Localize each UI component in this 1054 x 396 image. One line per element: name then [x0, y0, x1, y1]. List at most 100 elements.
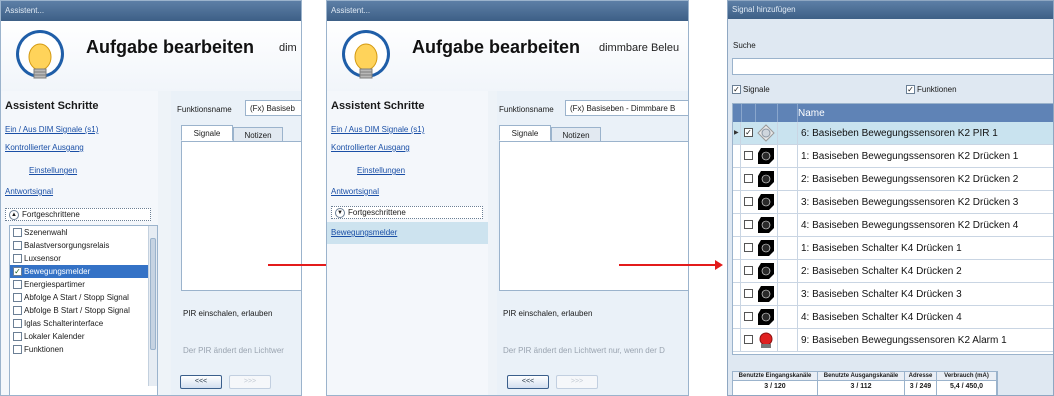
step-link-signals[interactable]: Ein / Aus DIM Signale (s1): [331, 125, 424, 134]
checkbox[interactable]: [744, 335, 753, 344]
main-panel: Funktionsname (Fx) Basiseb Signale Notiz…: [171, 91, 301, 395]
signal-name: 4: Basiseben Bewegungssensoren K2 Drücke…: [801, 220, 1019, 231]
hint-text: Der PIR ändert den Lichtwert nur, wenn d…: [503, 346, 665, 355]
checkbox-checked[interactable]: ✓: [744, 128, 753, 137]
step-link-settings[interactable]: Einstellungen: [357, 166, 405, 175]
column-name-header[interactable]: Name: [798, 108, 825, 119]
option-item-selected[interactable]: ✓ Bewegungsmelder: [10, 265, 157, 278]
table-row[interactable]: 2: Basiseben Bewegungssensoren K2 Drücke…: [733, 168, 1053, 191]
header-cell: [733, 104, 742, 122]
column-divider: [797, 260, 798, 282]
step-link-output[interactable]: Kontrollierter Ausgang: [331, 143, 410, 152]
back-button[interactable]: <<<: [507, 375, 549, 389]
column-divider: [797, 145, 798, 167]
checkbox-checked[interactable]: ✓: [906, 85, 915, 94]
scrollbar-thumb[interactable]: [150, 238, 156, 350]
column-divider: [777, 260, 778, 282]
vertical-scrollbar[interactable]: [148, 226, 157, 386]
option-item[interactable]: Lokaler Kalender: [10, 330, 157, 343]
chevron-up-icon: ▲: [9, 210, 19, 220]
table-row[interactable]: 4: Basiseben Schalter K4 Drücken 4: [733, 306, 1053, 329]
row-indicator: [733, 237, 741, 259]
step-link-response[interactable]: Antwortsignal: [331, 187, 379, 196]
table-row[interactable]: 1: Basiseben Bewegungssensoren K2 Drücke…: [733, 145, 1053, 168]
filter-signals-label: Signale: [743, 85, 770, 94]
option-item[interactable]: Balastversorgungsrelais: [10, 239, 157, 252]
checkbox[interactable]: [744, 197, 753, 206]
checkbox[interactable]: [744, 243, 753, 252]
checkbox[interactable]: [13, 332, 22, 341]
checkbox[interactable]: [744, 174, 753, 183]
function-name-input[interactable]: (Fx) Basiseb: [245, 100, 301, 116]
checkbox[interactable]: [13, 345, 22, 354]
push-button-icon: [757, 239, 775, 257]
advanced-toggle[interactable]: ▲ Fortgeschrittene: [5, 208, 151, 221]
checkbox[interactable]: [13, 306, 22, 315]
filter-functions[interactable]: ✓ Funktionen: [906, 85, 957, 94]
checkbox[interactable]: [744, 266, 753, 275]
checkbox[interactable]: [13, 228, 22, 237]
column-divider: [777, 237, 778, 259]
stat-value: 3 / 249: [909, 383, 932, 390]
push-button-icon: [757, 285, 775, 303]
next-button[interactable]: >>>: [229, 375, 271, 389]
step-link-motion-sensor[interactable]: Bewegungsmelder: [331, 228, 397, 237]
row-indicator: [733, 168, 741, 190]
checkbox[interactable]: [13, 254, 22, 263]
step-link-response[interactable]: Antwortsignal: [5, 187, 53, 196]
column-divider: [777, 214, 778, 236]
option-item[interactable]: Szenenwahl: [10, 226, 157, 239]
search-input[interactable]: [732, 58, 1053, 75]
option-label: Bewegungsmelder: [24, 267, 91, 276]
search-label: Suche: [733, 41, 756, 50]
table-row[interactable]: 4: Basiseben Bewegungssensoren K2 Drücke…: [733, 214, 1053, 237]
step-link-output[interactable]: Kontrollierter Ausgang: [5, 143, 84, 152]
chevron-down-icon: ▼: [335, 208, 345, 218]
tab-signals[interactable]: Signale: [499, 125, 551, 141]
checkbox[interactable]: [744, 312, 753, 321]
table-row[interactable]: 3: Basiseben Bewegungssensoren K2 Drücke…: [733, 191, 1053, 214]
signal-name: 6: Basiseben Bewegungssensoren K2 PIR 1: [801, 128, 998, 139]
checkbox[interactable]: [13, 241, 22, 250]
column-divider: [797, 191, 798, 213]
checkbox[interactable]: [744, 151, 753, 160]
filter-signals[interactable]: ✓ Signale: [732, 85, 770, 94]
column-divider: [797, 306, 798, 328]
column-divider: [777, 329, 778, 351]
table-row[interactable]: 2: Basiseben Schalter K4 Drücken 2: [733, 260, 1053, 283]
signal-name: 2: Basiseben Schalter K4 Drücken 2: [801, 266, 962, 277]
option-item[interactable]: Abfolge B Start / Stopp Signal: [10, 304, 157, 317]
advanced-toggle[interactable]: ▼ Fortgeschrittene: [331, 206, 483, 219]
option-item[interactable]: Funktionen: [10, 343, 157, 356]
option-item[interactable]: Luxsensor: [10, 252, 157, 265]
stat-label: Benutzte Ausgangskanäle: [818, 372, 904, 381]
row-indicator: [733, 145, 741, 167]
tab-signals[interactable]: Signale: [181, 125, 233, 141]
checkbox[interactable]: [13, 293, 22, 302]
checkbox-checked[interactable]: ✓: [13, 267, 22, 276]
option-item[interactable]: Energiespartimer: [10, 278, 157, 291]
checkbox[interactable]: [744, 220, 753, 229]
column-divider: [777, 306, 778, 328]
step-link-signals[interactable]: Ein / Aus DIM Signale (s1): [5, 125, 98, 134]
checkbox[interactable]: [13, 280, 22, 289]
table-row[interactable]: ▶ ✓ 6: Basiseben Bewegungssensoren K2 PIR …: [733, 122, 1053, 145]
table-row[interactable]: 1: Basiseben Schalter K4 Drücken 1: [733, 237, 1053, 260]
checkbox[interactable]: [744, 289, 753, 298]
option-item[interactable]: Iglas Schalterinterface: [10, 317, 157, 330]
option-item[interactable]: Abfolge A Start / Stopp Signal: [10, 291, 157, 304]
back-button[interactable]: <<<: [180, 375, 222, 389]
function-name-label: Funktionsname: [177, 105, 232, 114]
next-button[interactable]: >>>: [556, 375, 598, 389]
selected-step-row[interactable]: Bewegungsmelder: [327, 222, 488, 244]
advanced-options-list[interactable]: Szenenwahl Balastversorgungsrelais Luxse…: [9, 225, 158, 395]
page-subtitle: dim: [279, 42, 297, 54]
function-name-label: Funktionsname: [499, 105, 554, 114]
table-row[interactable]: 3: Basiseben Schalter K4 Drücken 3: [733, 283, 1053, 306]
checkbox-checked[interactable]: ✓: [732, 85, 741, 94]
checkbox[interactable]: [13, 319, 22, 328]
table-row[interactable]: 9: Basiseben Bewegungssensoren K2 Alarm …: [733, 329, 1053, 352]
function-name-input[interactable]: (Fx) Basiseben - Dimmbare B: [565, 100, 688, 116]
step-link-settings[interactable]: Einstellungen: [29, 166, 77, 175]
stat-address: Adresse 3 / 249: [905, 372, 937, 395]
